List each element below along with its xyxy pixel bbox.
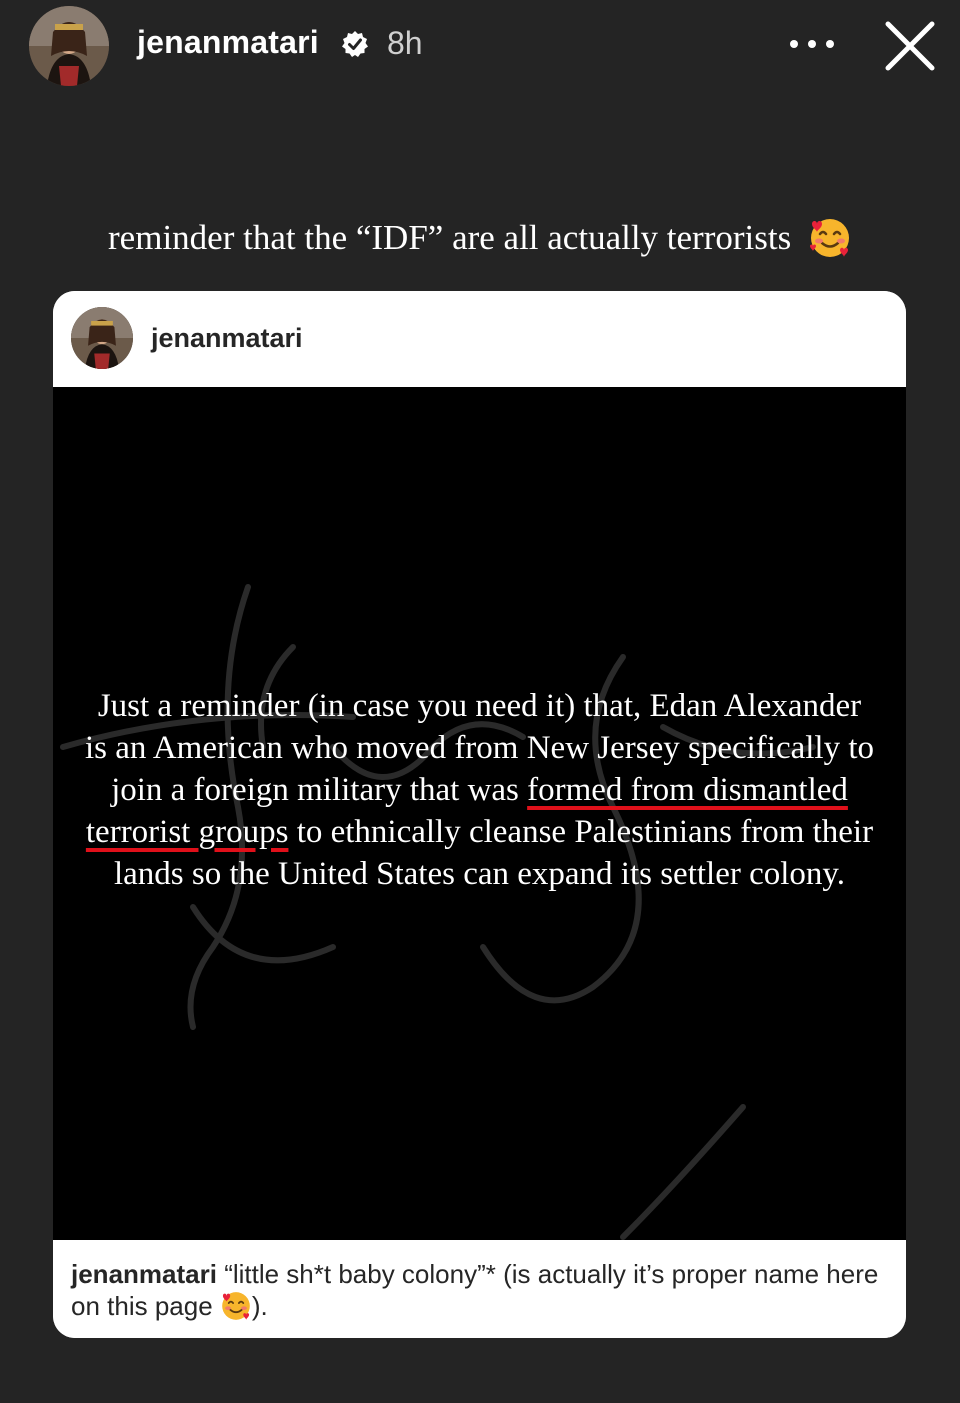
caption-text-after: ). <box>251 1291 268 1321</box>
close-icon[interactable] <box>882 18 938 74</box>
post-caption: jenanmatari “little sh*t baby colony”* (… <box>53 1240 906 1338</box>
post-avatar[interactable] <box>71 307 133 369</box>
story-header: jenanmatari 8h <box>0 0 960 92</box>
caption-text: reminder that the “IDF” are all actually… <box>108 218 792 257</box>
more-options-icon[interactable] <box>790 32 834 56</box>
post-image: Just a reminder (in case you need it) th… <box>53 387 906 1240</box>
post-username[interactable]: jenanmatari <box>151 323 303 354</box>
smiling-face-with-hearts-icon <box>808 216 852 260</box>
caption-username[interactable]: jenanmatari <box>71 1259 217 1289</box>
smiling-face-with-hearts-icon <box>220 1290 252 1322</box>
story-caption: reminder that the “IDF” are all actually… <box>0 218 960 263</box>
post-header: jenanmatari <box>53 291 906 387</box>
avatar[interactable] <box>29 6 109 86</box>
shared-post-card[interactable]: jenanmatari Just a reminder (in case you… <box>53 291 906 1338</box>
post-quote-text: Just a reminder (in case you need it) th… <box>83 685 876 895</box>
story-viewer: jenanmatari 8h reminder that the “IDF” a… <box>0 0 960 1403</box>
story-timestamp: 8h <box>387 25 423 61</box>
story-username[interactable]: jenanmatari <box>137 24 319 61</box>
verified-badge-icon <box>342 31 368 57</box>
